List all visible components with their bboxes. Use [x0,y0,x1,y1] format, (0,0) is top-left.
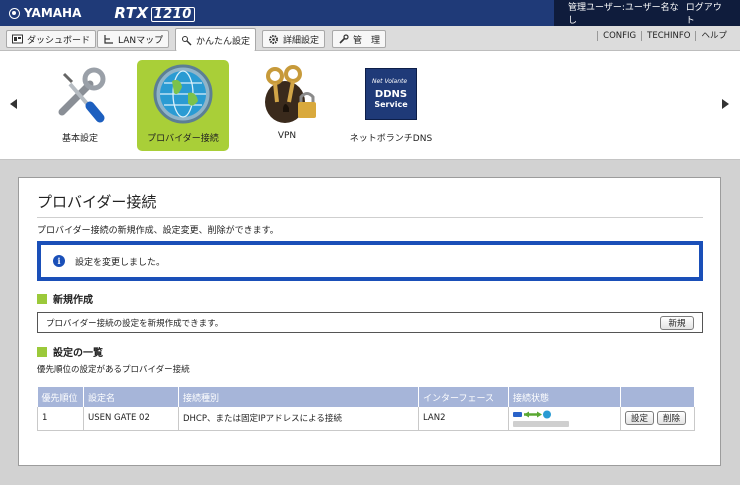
column-header: 設定名 [83,387,179,407]
info-notice: i 設定を変更しました。 [37,241,703,281]
tab-advanced-settings[interactable]: 詳細設定 [262,30,326,48]
cell-name: USEN GATE 02 [83,407,179,431]
tab-dashboard[interactable]: ダッシュボード [6,30,97,48]
new-section-text: プロバイダー接続の設定を新規作成できます。 [46,318,224,329]
top-links: CONFIG TECHINFO ヘルプ [597,31,732,41]
section-list: 設定の一覧 [37,344,103,359]
model-number: 1210 [150,7,195,22]
page-title: プロバイダー接続 [37,193,157,211]
yamaha-logo: YAMAHA [0,6,81,20]
cell-type: DHCP、または固定IPアドレスによる接続 [178,407,419,431]
notice-text: 設定を変更しました。 [75,257,166,268]
dashboard-icon [12,34,23,45]
section-new: 新規作成 [37,291,93,306]
brand-name: YAMAHA [24,6,82,20]
globe-icon [148,62,218,126]
quick-netvolante-dns[interactable]: Net Volante DDNS Service ネットボランチDNS [345,60,437,151]
connected-status-icon [513,410,616,419]
tab-label: かんたん設定 [196,36,251,47]
section-heading: 設定の一覧 [53,348,103,359]
quick-label: プロバイダー接続 [147,134,219,144]
gear-icon [268,34,279,45]
redacted-address [513,420,569,427]
tab-label: LANマップ [118,35,164,46]
top-bar: YAMAHA RTX 1210 管理ユーザー:ユーザー名なし ログアウト [0,0,740,26]
lan-map-icon [103,34,114,45]
scroll-right-arrow-icon[interactable] [722,99,729,109]
ddns-badge-subtitle: Service [374,100,408,109]
tab-management[interactable]: 管 理 [332,30,387,48]
ddns-badge-title: DDNS [374,89,408,100]
tab-lan-map[interactable]: LANマップ [97,30,170,48]
quick-label: VPN [277,131,297,141]
config-link[interactable]: CONFIG [597,31,641,41]
tab-label: ダッシュボード [27,35,91,46]
scroll-left-arrow-icon[interactable] [10,99,17,109]
cell-actions: 設定 削除 [620,407,695,431]
logout-link[interactable]: ログアウト [686,0,730,26]
ddns-badge-brand: Net Volante [372,78,408,85]
help-link[interactable]: ヘルプ [695,31,732,41]
wizard-icon [181,35,192,46]
model-name: RTX 1210 [114,4,195,22]
user-area: 管理ユーザー:ユーザー名なし ログアウト [554,0,740,26]
quick-label: ネットボランチDNS [349,134,433,144]
new-button[interactable]: 新規 [660,316,694,330]
yamaha-emblem-icon [9,7,20,19]
column-header [620,387,695,407]
provider-connection-panel: プロバイダー接続 プロバイダー接続の新規作成、設定変更、削除ができます。 i 設… [18,177,721,466]
connection-table: 優先順位 設定名 接続種別 インターフェース 接続状態 1 USEN GATE … [37,387,695,431]
quick-provider-connection[interactable]: プロバイダー接続 [137,60,229,151]
quick-label: 基本設定 [61,134,98,144]
table-header-row: 優先順位 設定名 接続種別 インターフェース 接続状態 [37,387,695,407]
list-subtitle: 優先順位の設定があるプロバイダー接続 [37,365,190,375]
title-divider [37,217,703,218]
column-header: 接続種別 [178,387,419,407]
techinfo-link[interactable]: TECHINFO [641,31,695,41]
wrench-icon [338,33,349,45]
page-description: プロバイダー接続の新規作成、設定変更、削除ができます。 [37,226,279,236]
tab-label: 詳細設定 [283,35,320,46]
ddns-icon: Net Volante DDNS Service [356,62,426,126]
column-header: 接続状態 [508,387,621,407]
column-header: インターフェース [418,387,509,407]
user-label: 管理ユーザー:ユーザー名なし [568,3,679,26]
info-icon: i [53,255,65,267]
ddns-badge: Net Volante DDNS Service [365,68,417,120]
cell-priority: 1 [37,407,84,431]
model-prefix: RTX [114,4,149,22]
quick-vpn[interactable]: VPN [241,60,333,151]
table-row: 1 USEN GATE 02 DHCP、または固定IPアドレスによる接続 LAN… [37,407,695,431]
quick-settings-strip: 基本設定 プロバイダー接続 VPN Net Volante DDNS Servi… [0,51,740,160]
tab-easy-setup[interactable]: かんたん設定 [175,28,257,51]
vpn-keys-lock-icon [252,62,322,126]
tools-icon [45,62,115,126]
column-header: 優先順位 [37,387,84,407]
section-marker-icon [37,293,47,304]
quick-basic-settings[interactable]: 基本設定 [34,60,126,151]
new-connection-box: プロバイダー接続の設定を新規作成できます。 [37,312,703,333]
cell-interface: LAN2 [418,407,509,431]
edit-button[interactable]: 設定 [625,411,655,426]
tab-label: 管 理 [353,35,381,46]
section-heading: 新規作成 [53,295,93,306]
cell-status [508,407,621,431]
section-marker-icon [37,346,47,357]
delete-button[interactable]: 削除 [657,411,687,426]
